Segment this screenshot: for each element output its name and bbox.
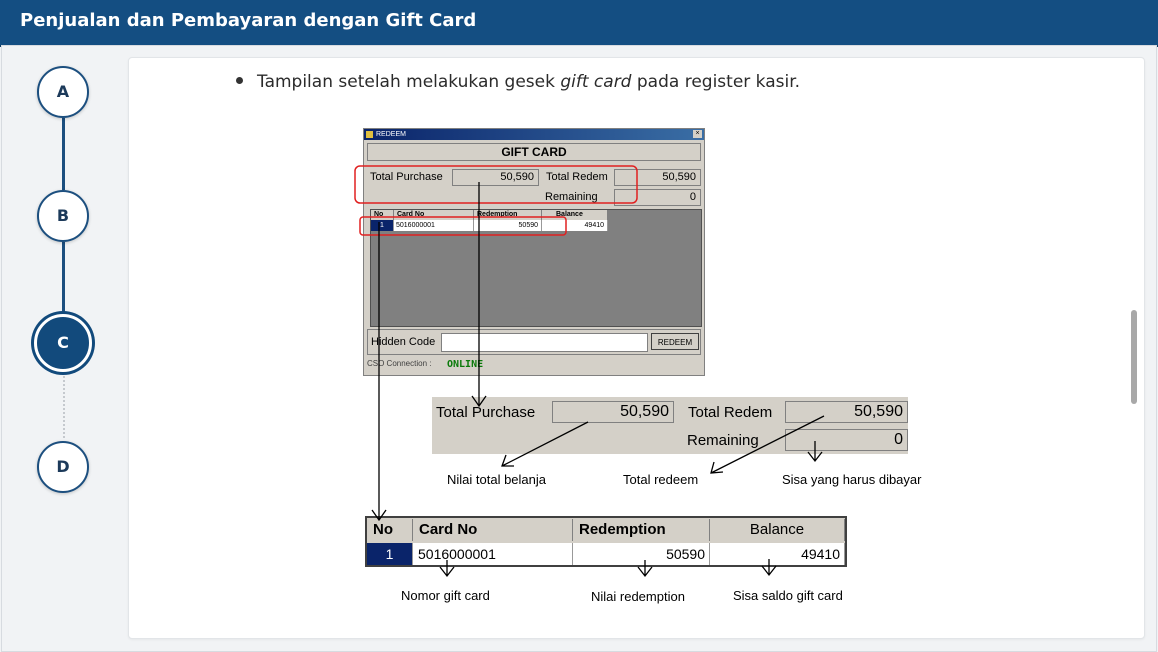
- arrow-down-icon: [761, 559, 777, 577]
- scrollbar-thumb[interactable]: [1131, 310, 1137, 404]
- arrow-down-icon: [471, 182, 487, 408]
- arrow-down-icon: [439, 560, 455, 578]
- arrow-down-icon: [637, 560, 653, 578]
- highlight-totals: [354, 165, 638, 204]
- arrow-icon: [501, 421, 589, 467]
- arrow-icon: [710, 415, 825, 474]
- arrow-down-icon: [371, 222, 387, 522]
- annotation-overlay: [354, 165, 825, 578]
- arrow-down-icon: [807, 441, 823, 463]
- highlight-row: [359, 216, 567, 236]
